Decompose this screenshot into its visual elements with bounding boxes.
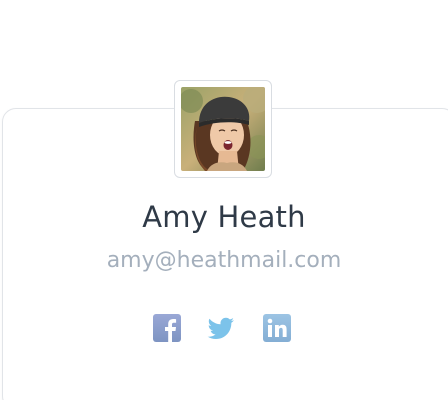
profile-email: amy@heathmail.com — [106, 248, 342, 273]
facebook-icon[interactable] — [153, 314, 181, 342]
profile-name: Amy Heath — [142, 200, 306, 234]
profile-stage: Amy Heath amy@heathmail.com — [0, 0, 448, 400]
avatar — [181, 87, 265, 171]
avatar-frame — [174, 80, 272, 178]
social-links — [0, 314, 448, 344]
linkedin-icon[interactable] — [263, 314, 291, 342]
twitter-icon[interactable] — [207, 314, 235, 342]
